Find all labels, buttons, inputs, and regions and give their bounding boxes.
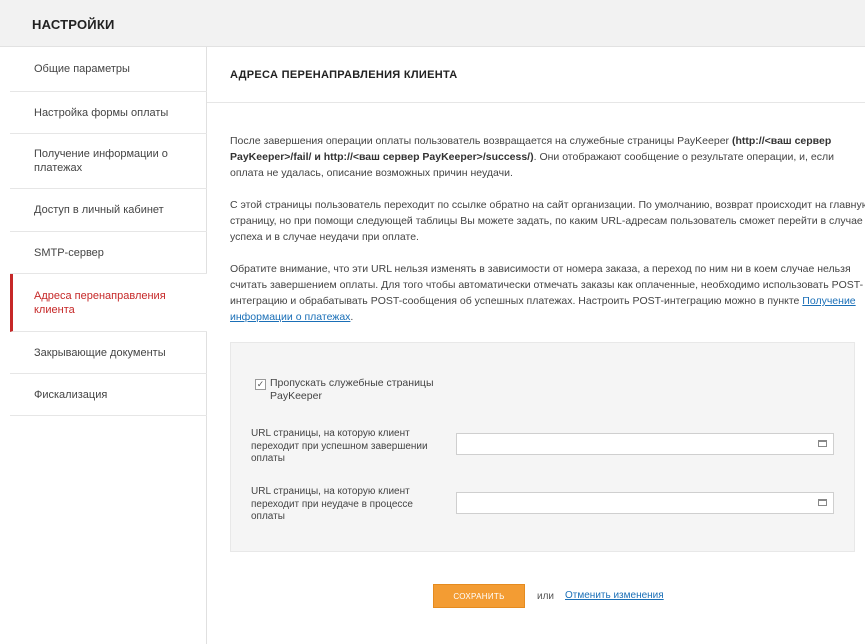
main-content: АДРЕСА ПЕРЕНАПРАВЛЕНИЯ КЛИЕНТА После зав… <box>207 47 865 644</box>
fail-url-label: URL страницы, на которую клиент переходи… <box>251 486 413 522</box>
sidebar-item-payment-info[interactable]: Получение информации о платежах <box>10 134 207 189</box>
skip-pages-checkbox[interactable]: ✓ <box>255 379 266 390</box>
top-header: НАСТРОЙКИ <box>0 0 865 47</box>
sidebar-item-label: Получение информации о платежах <box>34 148 168 174</box>
settings-sidebar: Общие параметры Настройка формы оплаты П… <box>10 47 207 644</box>
success-url-label: URL страницы, на которую клиент переходи… <box>251 428 428 464</box>
list-box-icon[interactable] <box>818 499 827 506</box>
save-button[interactable]: СОХРАНИТЬ <box>433 584 525 608</box>
intro-text-start: После завершения операции оплаты пользов… <box>230 135 732 147</box>
list-box-icon[interactable] <box>818 440 827 447</box>
sidebar-item-redirect-urls[interactable]: Адреса перенаправления клиента <box>10 274 207 332</box>
sidebar-item-label: Настройка формы оплаты <box>34 106 169 119</box>
sidebar-item-smtp[interactable]: SMTP-сервер <box>10 232 207 274</box>
cancel-changes-link[interactable]: Отменить изменения <box>565 590 664 601</box>
skip-pages-label: Пропускать служебные страницы PayKeeper <box>270 377 434 402</box>
sidebar-item-cabinet-access[interactable]: Доступ в личный кабинет <box>10 189 207 232</box>
success-url-input[interactable] <box>456 433 834 455</box>
notice-text-end: . <box>350 311 354 323</box>
sidebar-item-general[interactable]: Общие параметры <box>10 47 207 92</box>
page-header-title: НАСТРОЙКИ <box>32 17 115 32</box>
intro-paragraph: После завершения операции оплаты пользов… <box>230 133 865 181</box>
sidebar-item-label: Закрывающие документы <box>34 346 166 359</box>
title-divider <box>207 102 865 103</box>
sidebar-item-label: Доступ в личный кабинет <box>34 204 164 216</box>
skip-pages-option: ✓ Пропускать служебные страницы PayKeepe… <box>255 377 460 403</box>
fail-url-input[interactable] <box>456 492 834 514</box>
redirect-paragraph: С этой страницы пользователь переходит п… <box>230 199 865 243</box>
or-separator: или <box>537 591 555 602</box>
sidebar-item-closing-docs[interactable]: Закрывающие документы <box>10 332 207 374</box>
sidebar-item-label: Фискализация <box>34 388 108 401</box>
sidebar-item-label: SMTP-сервер <box>34 246 104 259</box>
notice-text: Обратите внимание, что эти URL нельзя из… <box>230 263 864 307</box>
section-title: АДРЕСА ПЕРЕНАПРАВЛЕНИЯ КЛИЕНТА <box>230 69 458 81</box>
notice-paragraph: Обратите внимание, что эти URL нельзя из… <box>230 261 865 325</box>
sidebar-item-fiscalization[interactable]: Фискализация <box>10 374 207 416</box>
redirect-form-panel: ✓ Пропускать служебные страницы PayKeepe… <box>230 342 855 552</box>
sidebar-item-label: Адреса перенаправления клиента <box>34 289 166 316</box>
sidebar-item-payment-form[interactable]: Настройка формы оплаты <box>10 92 207 134</box>
sidebar-item-label: Общие параметры <box>34 63 130 75</box>
